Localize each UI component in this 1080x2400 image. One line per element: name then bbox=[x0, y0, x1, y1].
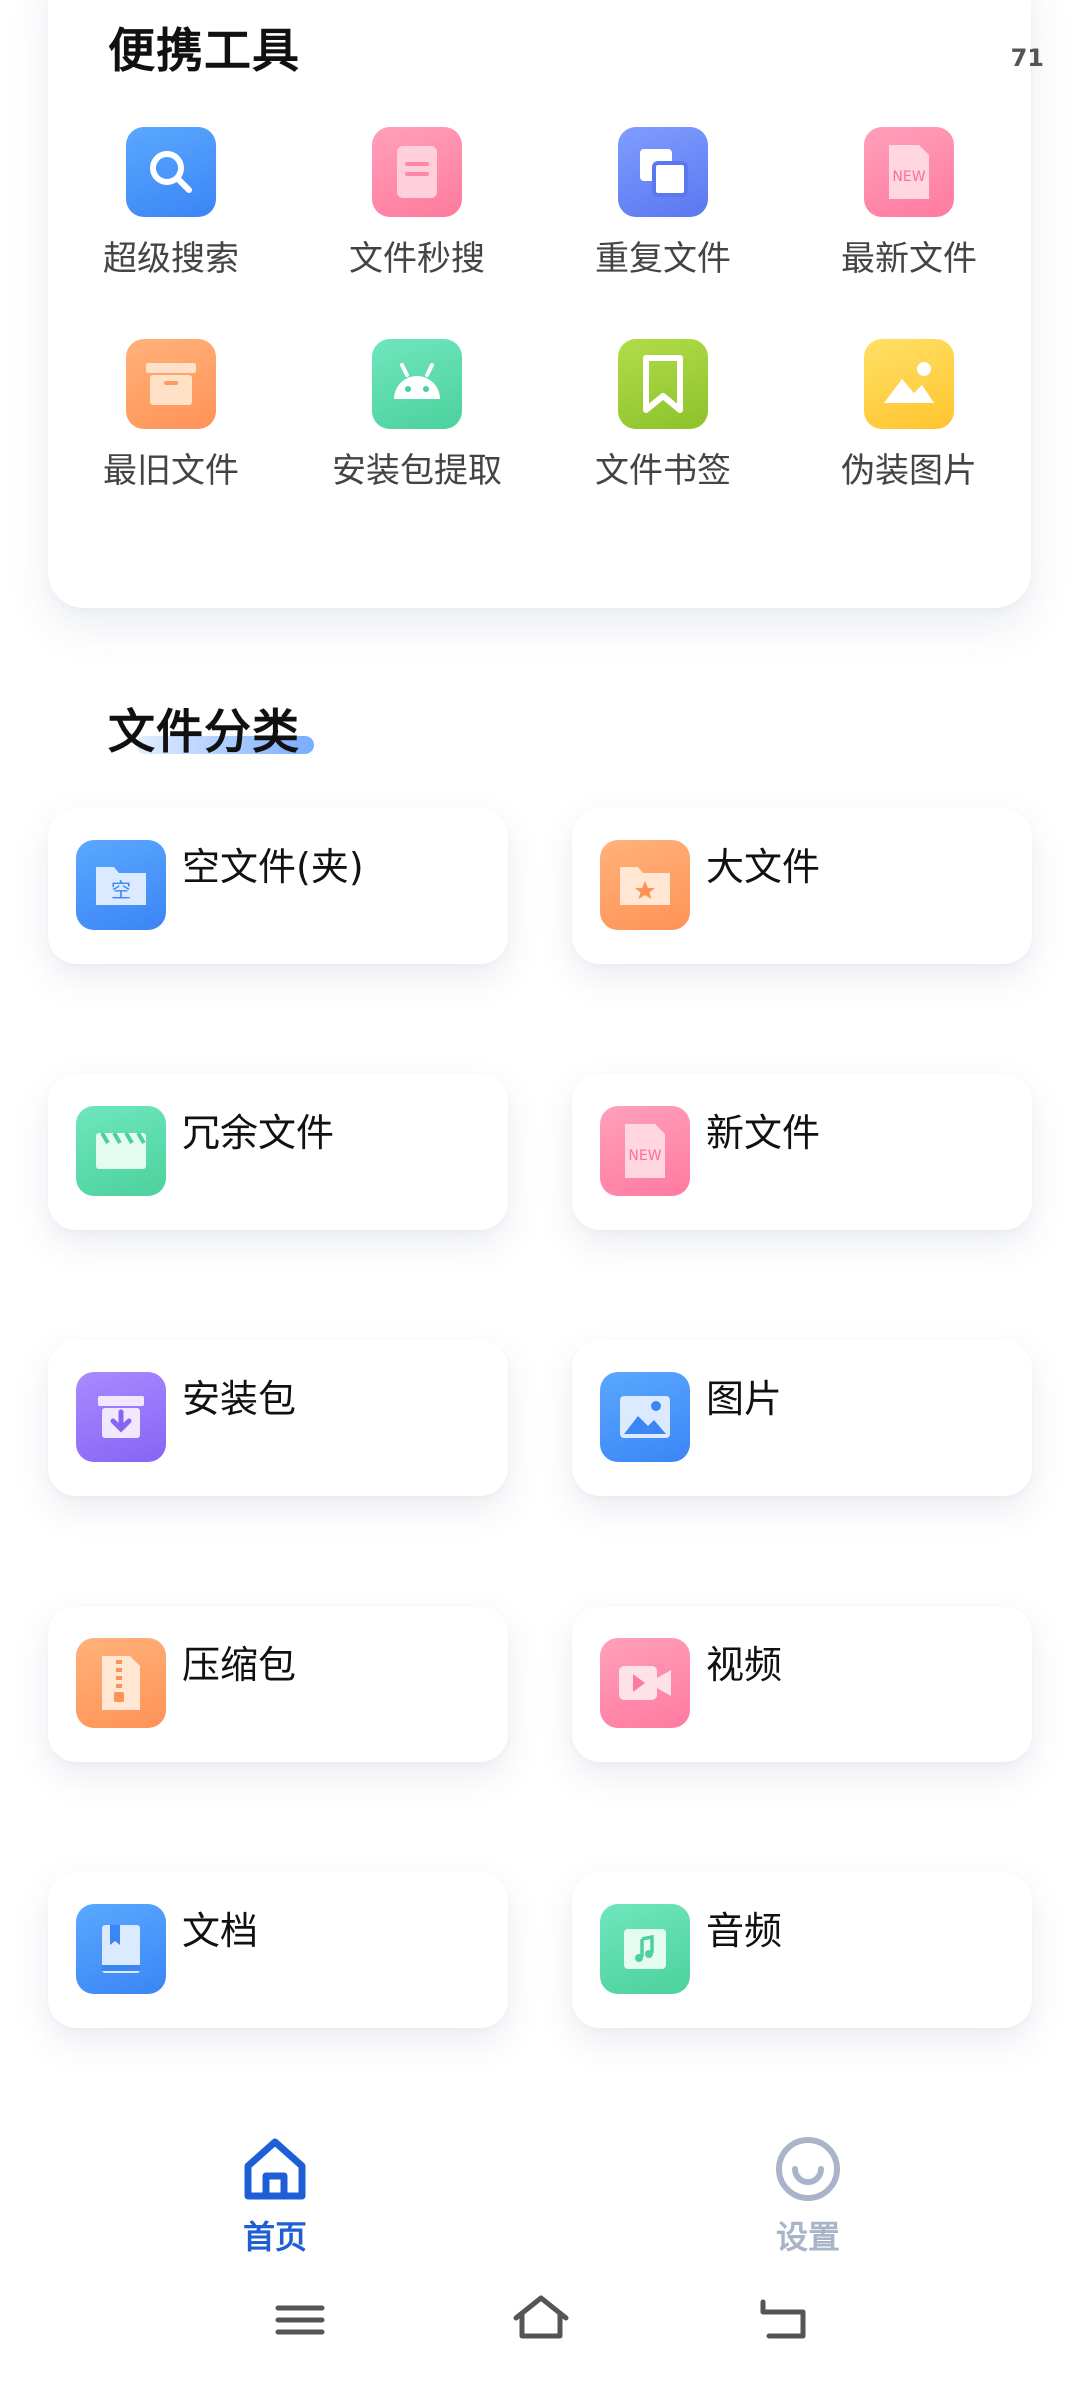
categories-section-title: 文件分类 bbox=[108, 693, 314, 762]
new-file-icon: NEW bbox=[600, 1106, 690, 1196]
category-label: 空文件(夹) bbox=[182, 845, 364, 889]
tool-label: 伪装图片 bbox=[841, 451, 977, 491]
tool-file-quick-search[interactable]: 文件秒搜 bbox=[294, 127, 540, 280]
music-icon bbox=[600, 1904, 690, 1994]
search-icon bbox=[126, 127, 216, 217]
tool-duplicate-files[interactable]: 重复文件 bbox=[540, 127, 786, 280]
archive-box-icon bbox=[126, 339, 216, 429]
tool-file-bookmarks[interactable]: 文件书签 bbox=[540, 339, 786, 492]
new-file-icon: NEW bbox=[864, 127, 954, 217]
tool-label: 安装包提取 bbox=[332, 451, 502, 491]
nav-home-label: 首页 bbox=[242, 2218, 307, 2256]
category-label: 冗余文件 bbox=[182, 1111, 335, 1155]
nav-tab-home[interactable]: 首页 bbox=[175, 2134, 375, 2258]
tool-label: 文件秒搜 bbox=[349, 239, 485, 279]
category-videos[interactable]: 视频 bbox=[572, 1606, 1032, 1762]
svg-text:NEW: NEW bbox=[628, 1148, 661, 1164]
category-label: 文档 bbox=[182, 1909, 259, 1953]
download-box-icon bbox=[76, 1372, 166, 1462]
category-label: 音频 bbox=[706, 1909, 783, 1953]
tool-disguise-image[interactable]: 伪装图片 bbox=[786, 339, 1032, 492]
category-apk[interactable]: 安装包 bbox=[48, 1340, 508, 1496]
tools-card bbox=[48, 0, 1031, 608]
smile-icon bbox=[708, 2134, 908, 2208]
android-icon bbox=[372, 339, 462, 429]
tool-super-search[interactable]: 超级搜索 bbox=[48, 127, 294, 280]
document-icon bbox=[372, 127, 462, 217]
category-redundant-files[interactable]: 冗余文件 bbox=[48, 1074, 508, 1230]
tool-label: 最旧文件 bbox=[103, 451, 239, 491]
category-large-files[interactable]: 大文件 bbox=[572, 808, 1032, 964]
tool-label: 超级搜索 bbox=[103, 239, 239, 279]
bookmark-icon bbox=[618, 339, 708, 429]
nav-settings-label: 设置 bbox=[775, 2218, 840, 2256]
image-icon bbox=[864, 339, 954, 429]
tool-label: 重复文件 bbox=[595, 239, 731, 279]
svg-text:NEW: NEW bbox=[892, 169, 925, 185]
category-label: 图片 bbox=[706, 1377, 783, 1421]
category-images[interactable]: 图片 bbox=[572, 1340, 1032, 1496]
category-label: 视频 bbox=[706, 1643, 783, 1687]
duplicate-icon bbox=[618, 127, 708, 217]
tool-oldest-files[interactable]: 最旧文件 bbox=[48, 339, 294, 492]
clapperboard-icon bbox=[76, 1106, 166, 1196]
picture-icon bbox=[600, 1372, 690, 1462]
tool-label: 文件书签 bbox=[595, 451, 731, 491]
category-label: 新文件 bbox=[706, 1111, 821, 1155]
category-label: 压缩包 bbox=[182, 1643, 297, 1687]
empty-folder-icon: 空 bbox=[76, 840, 166, 930]
menu-icon[interactable] bbox=[272, 2300, 328, 2344]
category-documents[interactable]: 文档 bbox=[48, 1872, 508, 2028]
category-empty-folder[interactable]: 空 空文件(夹) bbox=[48, 808, 508, 964]
counter-badge: 71 bbox=[1010, 44, 1044, 72]
category-label: 安装包 bbox=[182, 1377, 297, 1421]
zip-icon bbox=[76, 1638, 166, 1728]
tool-newest-files[interactable]: NEW 最新文件 bbox=[786, 127, 1032, 280]
nav-tab-settings[interactable]: 设置 bbox=[708, 2134, 908, 2258]
book-icon bbox=[76, 1904, 166, 1994]
tools-section-title: 便携工具 bbox=[108, 12, 314, 81]
category-audio[interactable]: 音频 bbox=[572, 1872, 1032, 2028]
category-new-files[interactable]: NEW 新文件 bbox=[572, 1074, 1032, 1230]
category-label: 大文件 bbox=[706, 845, 821, 889]
category-archives[interactable]: 压缩包 bbox=[48, 1606, 508, 1762]
tool-label: 最新文件 bbox=[841, 239, 977, 279]
tool-apk-extract[interactable]: 安装包提取 bbox=[294, 339, 540, 492]
video-icon bbox=[600, 1638, 690, 1728]
svg-text:空: 空 bbox=[111, 878, 131, 902]
home-icon bbox=[175, 2134, 375, 2208]
star-folder-icon bbox=[600, 840, 690, 930]
home-outline-icon[interactable] bbox=[510, 2292, 572, 2346]
back-icon[interactable] bbox=[755, 2294, 811, 2346]
